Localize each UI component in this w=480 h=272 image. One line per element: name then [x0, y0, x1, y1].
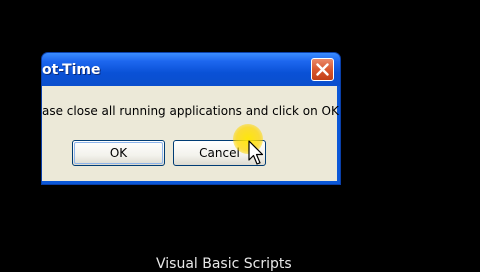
dialog-message: ase close all running applications and c… [42, 104, 340, 118]
close-button[interactable] [311, 58, 334, 81]
arrow-cursor-icon [248, 140, 264, 165]
message-dialog: ot-Time ase close all running applicatio… [42, 53, 340, 184]
dialog-body: ase close all running applications and c… [42, 86, 340, 181]
dialog-titlebar[interactable]: ot-Time [42, 53, 340, 86]
dialog-title: ot-Time [42, 62, 101, 78]
close-x-icon [316, 63, 329, 76]
ok-button[interactable]: OK [72, 140, 165, 166]
